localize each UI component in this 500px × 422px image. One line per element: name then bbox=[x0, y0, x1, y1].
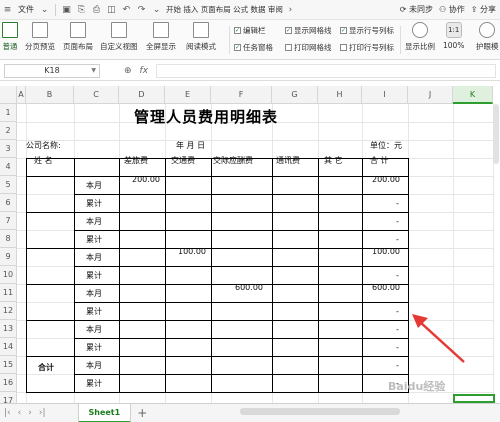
last-sheet-icon[interactable]: ›| bbox=[39, 408, 46, 418]
next-sheet-icon[interactable]: › bbox=[28, 408, 32, 418]
arrow-shaft bbox=[419, 321, 465, 363]
annotation-arrow bbox=[412, 314, 465, 363]
sheet-nav: |‹ ‹ › ›| bbox=[0, 408, 46, 418]
add-sheet-button[interactable]: + bbox=[137, 406, 147, 420]
sheet-tab-sheet1[interactable]: Sheet1 bbox=[77, 403, 132, 422]
prev-sheet-icon[interactable]: ‹ bbox=[18, 408, 22, 418]
first-sheet-icon[interactable]: |‹ bbox=[4, 408, 11, 418]
watermark: Baidu经验 bbox=[388, 380, 446, 393]
horizontal-scrollbar[interactable] bbox=[240, 408, 400, 415]
